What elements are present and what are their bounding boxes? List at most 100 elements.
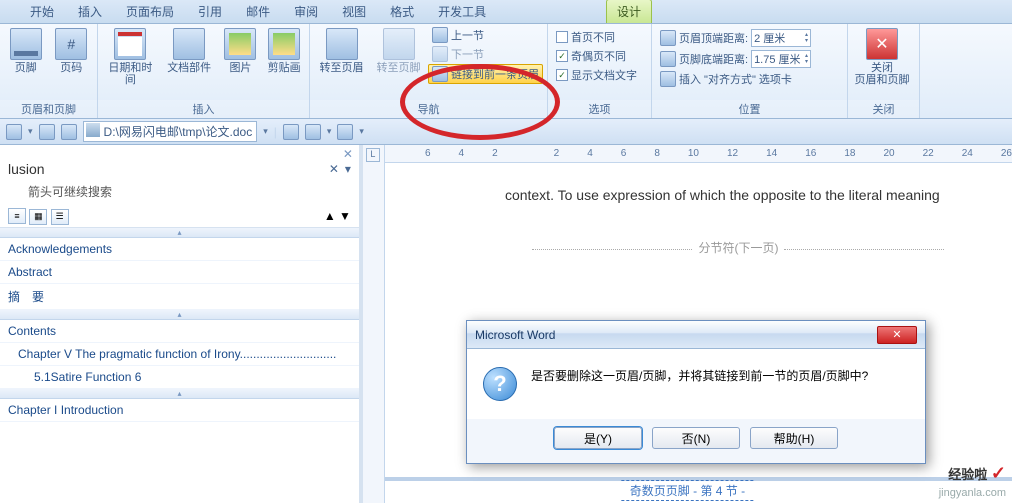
goto-footer-icon (383, 28, 415, 60)
watermark: 经验啦 ✓ jingyanla.com (939, 463, 1006, 499)
next-icon (432, 46, 448, 62)
dialog-title: Microsoft Word (475, 328, 555, 342)
dialog-close-button[interactable]: ✕ (877, 326, 917, 344)
close-icon (866, 28, 898, 60)
prev-section-button[interactable]: 上一节 (428, 26, 543, 44)
nav-menu-icon[interactable]: ▾ (345, 162, 351, 176)
tab-home[interactable]: 开始 (20, 0, 64, 23)
goto-header-button[interactable]: 转至页眉 (314, 26, 369, 76)
nav-prev-result[interactable]: ▲ (324, 209, 336, 223)
undo-dropdown-icon[interactable]: ▾ (359, 126, 364, 137)
horizontal-ruler: 6422468101214161820222426 (385, 145, 1012, 163)
tab-design[interactable]: 设计 (606, 0, 652, 23)
nav-item[interactable]: 5.1Satire Function 6 (0, 366, 359, 389)
calendar-icon (114, 28, 146, 60)
footer-distance-row: 页脚底端距离:1.75 厘米 (656, 49, 815, 69)
dialog-no-button[interactable]: 否(N) (652, 427, 740, 449)
nav-view-switch: ≡ ▦ ☰ ▲ ▼ (0, 206, 359, 228)
header-distance-input[interactable]: 2 厘米 (751, 29, 811, 47)
nav-dropdown-icon[interactable]: ▾ (28, 126, 33, 137)
tab-layout[interactable]: 页面布局 (116, 0, 184, 23)
tab-format[interactable]: 格式 (380, 0, 424, 23)
nav-view-headings[interactable]: ≡ (8, 208, 26, 224)
align-icon (660, 71, 676, 87)
prev-icon (432, 27, 448, 43)
picture-button[interactable]: 图片 (220, 26, 262, 76)
clipart-icon (268, 28, 300, 60)
dialog-yes-button[interactable]: 是(Y) (554, 427, 642, 449)
quick-access-bar: ▾ D:\网易闪电邮\tmp\论文.doc ▾ | ▾ ▾ (0, 119, 1012, 145)
print-preview-icon[interactable] (283, 124, 299, 140)
nav-clear-icon[interactable]: ✕ (329, 162, 339, 176)
next-section-button[interactable]: 下一节 (428, 45, 543, 63)
undo-icon[interactable] (337, 124, 353, 140)
document-body[interactable]: context. To use expression of which the … (385, 163, 1012, 260)
nav-item[interactable]: 摘 要 (0, 284, 359, 310)
group-navigation: 导航 (310, 100, 547, 118)
ribbon-tabs: 开始 插入 页面布局 引用 邮件 审阅 视图 格式 开发工具 设计 (0, 0, 1012, 24)
doc-text-line: context. To use expression of which the … (505, 183, 972, 208)
nav-back-icon[interactable] (6, 124, 22, 140)
dialog-help-button[interactable]: 帮助(H) (750, 427, 838, 449)
tab-references[interactable]: 引用 (188, 0, 232, 23)
stop-icon[interactable] (61, 124, 77, 140)
quickparts-icon (173, 28, 205, 60)
nav-view-pages[interactable]: ▦ (29, 209, 47, 225)
footer-button[interactable]: 页脚 (4, 26, 48, 76)
insert-align-tab-button[interactable]: 插入 "对齐方式" 选项卡 (656, 70, 815, 88)
page-number-button[interactable]: 页码 (50, 26, 94, 76)
tool-dropdown-icon[interactable]: ▾ (327, 126, 332, 137)
tab-mailings[interactable]: 邮件 (236, 0, 280, 23)
tab-view[interactable]: 视图 (332, 0, 376, 23)
footer-dist-icon (660, 51, 676, 67)
group-position: 位置 (652, 100, 847, 118)
nav-view-results[interactable]: ☰ (51, 209, 69, 225)
path-dropdown-icon[interactable]: ▾ (263, 126, 268, 137)
tab-developer[interactable]: 开发工具 (428, 0, 496, 23)
nav-hint: 箭头可继续搜索 (0, 181, 359, 206)
nav-collapse-bar[interactable]: ▴ (0, 228, 359, 238)
nav-collapse-bar[interactable]: ▴ (0, 310, 359, 320)
nav-item[interactable]: Chapter V The pragmatic function of Iron… (0, 343, 359, 366)
link-icon (432, 66, 448, 82)
quickparts-button[interactable]: 文档部件 (161, 26, 218, 76)
footer-icon (10, 28, 42, 60)
goto-footer-button[interactable]: 转至页脚 (371, 26, 426, 76)
nav-item[interactable]: Acknowledgements (0, 238, 359, 261)
clipart-button[interactable]: 剪贴画 (263, 26, 305, 76)
nav-item[interactable]: Contents (0, 320, 359, 343)
diff-first-checkbox[interactable]: 首页不同 (552, 28, 641, 46)
link-previous-button[interactable]: 链接到前一条页眉 (428, 64, 543, 84)
nav-item[interactable]: Abstract (0, 261, 359, 284)
refresh-icon[interactable] (39, 124, 55, 140)
ribbon: 页脚 页码 页眉和页脚 日期和时间 文档部件 图片 剪贴画 插入 转至页眉 转至… (0, 24, 1012, 119)
group-header-footer: 页眉和页脚 (0, 100, 97, 118)
dialog-message: 是否要删除这一页眉/页脚，并将其链接到前一节的页眉/页脚中? (531, 367, 868, 401)
tab-insert[interactable]: 插入 (68, 0, 112, 23)
show-doc-checkbox[interactable]: ✓显示文档文字 (552, 66, 641, 84)
section-break-marker: 分节符(下一页) (505, 238, 972, 260)
tab-review[interactable]: 审阅 (284, 0, 328, 23)
nav-next-result[interactable]: ▼ (339, 209, 351, 223)
group-options: 选项 (548, 100, 651, 118)
question-icon: ? (483, 367, 517, 401)
ruler-origin-icon: L (366, 148, 380, 162)
tool-icon[interactable] (305, 124, 321, 140)
diff-oddeven-checkbox[interactable]: ✓奇偶页不同 (552, 47, 641, 65)
file-path-box[interactable]: D:\网易闪电邮\tmp\论文.doc (83, 121, 258, 142)
nav-collapse-bar[interactable]: ▴ (0, 389, 359, 399)
dialog-titlebar[interactable]: Microsoft Word ✕ (467, 321, 925, 349)
group-close: 关闭 (848, 100, 919, 118)
pane-close-icon[interactable]: ✕ (343, 147, 353, 161)
footer-section-label: 奇数页页脚 - 第 4 节 - (622, 480, 753, 501)
footer-distance-input[interactable]: 1.75 厘米 (751, 50, 811, 68)
group-insert: 插入 (98, 100, 309, 118)
header-dist-icon (660, 30, 676, 46)
nav-item[interactable]: Chapter I Introduction (0, 399, 359, 422)
header-distance-row: 页眉顶端距离:2 厘米 (656, 28, 815, 48)
navigation-pane: ✕ lusion ✕▾ 箭头可继续搜索 ≡ ▦ ☰ ▲ ▼ ▴ Acknowle… (0, 145, 363, 503)
datetime-button[interactable]: 日期和时间 (102, 26, 159, 88)
confirm-dialog: Microsoft Word ✕ ? 是否要删除这一页眉/页脚，并将其链接到前一… (466, 320, 926, 464)
vertical-ruler: L (363, 145, 385, 503)
close-header-footer-button[interactable]: 关闭 页眉和页脚 (852, 26, 912, 88)
